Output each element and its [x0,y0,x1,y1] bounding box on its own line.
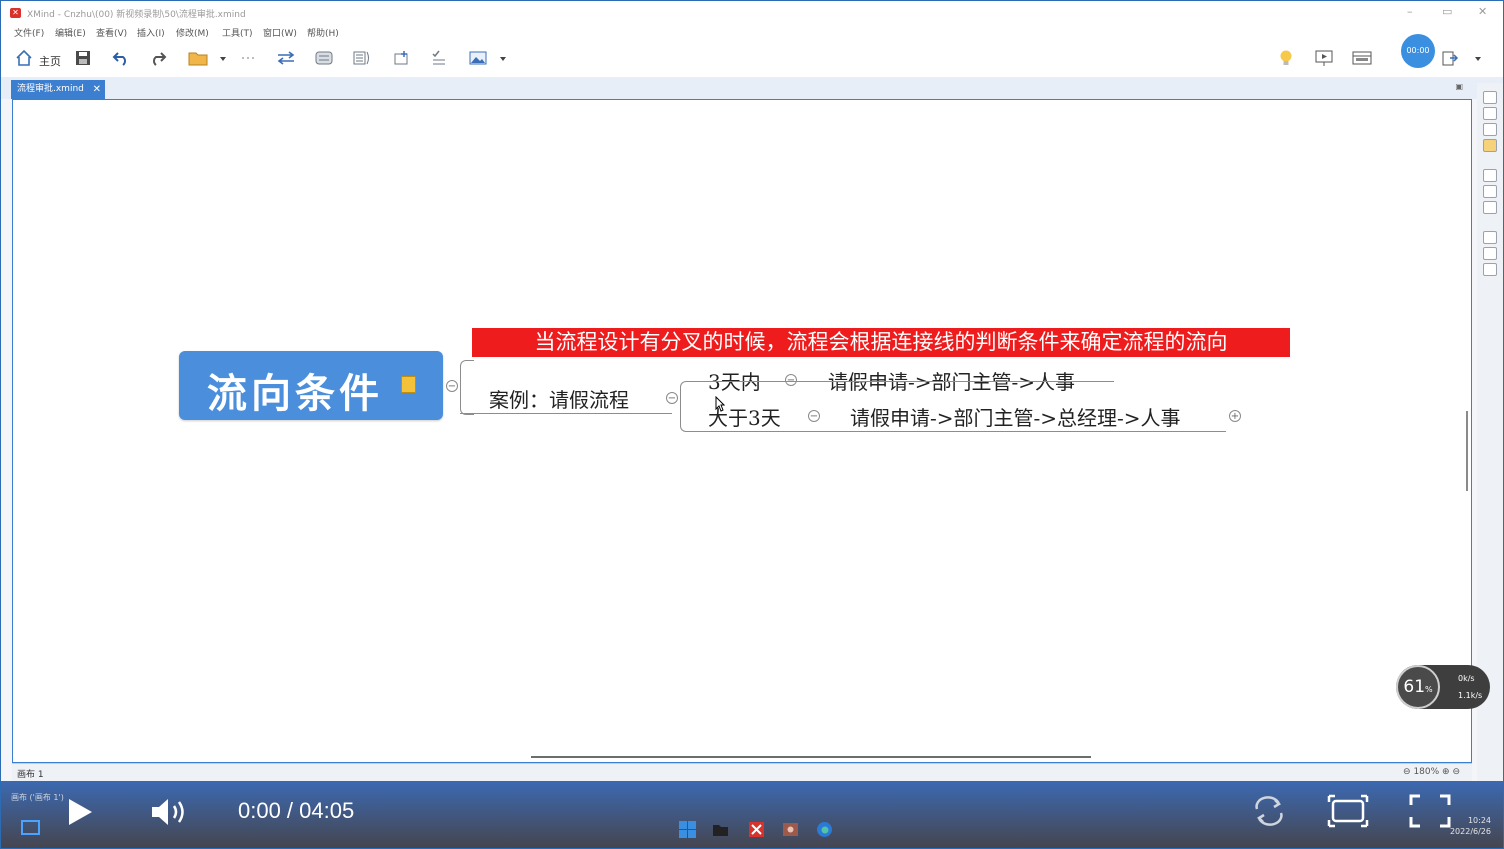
recording-timer: 00:00 [1401,34,1435,68]
connector-line [460,360,474,415]
taskbar: 10:24 2022/6/26 [1,809,1503,848]
tab-document[interactable]: 流程审批.xmind ✕ [11,80,105,99]
vertical-scrollbar[interactable] [1466,411,1468,491]
menu-bar: 文件(F) 编辑(E) 查看(V) 插入(I) 修改(M) 工具(T) 窗口(W… [1,23,1503,41]
presentation-icon[interactable] [1313,47,1335,69]
panel-restore-icon[interactable] [1483,91,1497,104]
boundary-icon[interactable] [313,47,335,69]
properties-icon[interactable] [1483,185,1497,198]
mindmap-canvas[interactable]: 流向条件 − 当流程设计有分叉的时候，流程会根据连接线的判断条件来确定流程的流向… [12,99,1472,763]
case-topic[interactable]: 案例：请假流程 [489,384,629,413]
relationship-icon[interactable] [275,47,297,69]
tab-label: 流程审批.xmind [17,84,84,94]
more-icon[interactable] [237,47,259,69]
branch-connector-line [680,381,694,432]
branch-1-underline [694,381,1114,382]
branch-2-flow[interactable]: 请假申请->部门主管->总经理->人事 [850,402,1181,431]
panel-restore-icon-3[interactable] [1483,231,1497,244]
branch-2-expand-icon[interactable]: + [1229,410,1241,422]
window-title: XMind - Cnzhu\(00) 新视频录制\50\流程审批.xmind [27,10,246,20]
menu-file[interactable]: 文件(F) [14,26,44,39]
download-speed: 1.1k/s [1458,691,1483,700]
status-bar: 画布 1 ⊖ 180% ⊕ ⊖ [12,763,1472,782]
restore-button[interactable]: ▭ [1442,5,1452,18]
notes-icon[interactable] [1483,139,1497,152]
summary-icon[interactable] [351,47,373,69]
annotation-banner: 当流程设计有分叉的时候，流程会根据连接线的判断条件来确定流程的流向 [472,328,1290,357]
menu-modify[interactable]: 修改(M) [176,26,209,39]
upload-speed: 0k/s [1458,674,1475,683]
menu-insert[interactable]: 插入(I) [137,26,165,39]
redo-icon[interactable] [147,47,169,69]
system-clock[interactable]: 10:24 2022/6/26 [1450,815,1491,837]
edge-browser-icon[interactable] [816,821,833,838]
home-icon[interactable] [13,47,35,69]
add-topic-icon[interactable] [390,47,412,69]
close-button[interactable]: ✕ [1478,5,1487,18]
task-icon[interactable] [428,47,450,69]
case-collapse-icon[interactable]: − [666,392,678,404]
branch-1-collapse-icon[interactable]: − [785,374,797,386]
central-collapse-icon[interactable]: − [446,380,458,392]
share-icon[interactable] [1439,47,1461,69]
network-speed-widget: 61% 0k/s 1.1k/s [1396,665,1490,709]
zoom-level[interactable]: ⊖ 180% ⊕ ⊖ [1403,767,1460,777]
layout-icon[interactable] [1351,47,1373,69]
branch-2-underline [694,431,1226,432]
home-label[interactable]: 主页 [39,53,61,69]
branch-2-collapse-icon[interactable]: − [808,410,820,422]
styles-icon[interactable] [1483,263,1497,276]
menu-tools[interactable]: 工具(T) [222,26,253,39]
xmind-taskbar-icon[interactable] [748,821,765,838]
outline-icon[interactable] [1483,107,1497,120]
sidebar-toggle-icon[interactable] [21,820,40,835]
search-icon[interactable] [1483,123,1497,136]
menu-view[interactable]: 查看(V) [96,26,127,39]
menu-window[interactable]: 窗口(W) [263,26,297,39]
save-icon[interactable] [72,47,94,69]
menu-edit[interactable]: 编辑(E) [55,26,86,39]
case-topic-underline [460,413,672,414]
editor-restore-icon[interactable]: ▣ [1455,82,1463,91]
xmind-logo-icon: ✕ [10,8,21,18]
title-bar: ✕ XMind - Cnzhu\(00) 新视频录制\50\流程审批.xmind… [1,1,1503,23]
minimize-button[interactable]: – [1407,5,1413,18]
start-icon[interactable] [679,821,696,838]
folder-dropdown-arrow-icon[interactable] [220,57,226,61]
folder-icon[interactable] [187,47,209,69]
central-topic-label: 流向条件 [207,370,383,417]
app-window: ✕ XMind - Cnzhu\(00) 新视频录制\50\流程审批.xmind… [0,0,1504,849]
markers-icon[interactable] [1483,201,1497,214]
share-dropdown-arrow-icon[interactable] [1475,57,1481,61]
sheet-tab[interactable]: 画布 1 [17,767,44,780]
image-dropdown-arrow-icon[interactable] [500,57,506,61]
image-icon[interactable] [467,47,489,69]
central-topic[interactable]: 流向条件 [179,351,443,420]
note-icon[interactable] [401,376,416,393]
file-explorer-icon[interactable] [712,821,729,838]
menu-help[interactable]: 帮助(H) [307,26,339,39]
horizontal-scrollbar[interactable] [531,756,1091,758]
lightbulb-icon[interactable] [1275,47,1297,69]
toolbar: 主页 [1,41,1503,77]
recorder-taskbar-icon[interactable] [782,821,799,838]
tab-close-icon[interactable]: ✕ [93,80,101,99]
editor-tab-strip: 流程审批.xmind ✕ ▣ [1,77,1503,99]
overview-icon[interactable] [1483,247,1497,260]
mouse-cursor-icon [715,396,725,412]
panel-restore-icon-2[interactable] [1483,169,1497,182]
cpu-gauge: 61% [1396,665,1440,709]
undo-icon[interactable] [110,47,132,69]
video-status-text: 画布 ('画布 1') [11,793,64,802]
